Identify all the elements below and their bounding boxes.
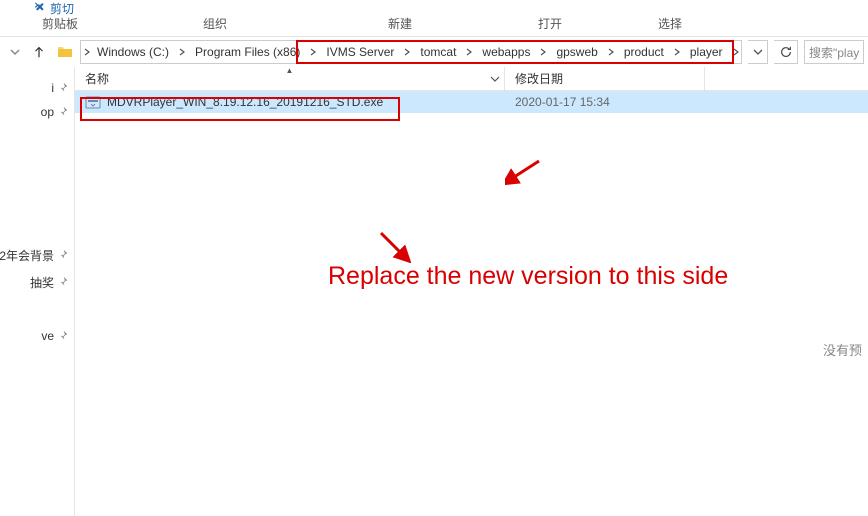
quick-access-label: op	[41, 105, 54, 119]
search-placeholder: 搜索"play	[809, 44, 859, 61]
quick-access-sidebar: i op 112年会背景抽奖 ve	[0, 67, 75, 516]
column-name-label: 名称	[85, 70, 109, 87]
breadcrumb-item[interactable]: product	[618, 41, 670, 63]
quick-access-label: ve	[41, 329, 54, 343]
chevron-down-icon	[10, 47, 20, 57]
installer-icon	[85, 94, 101, 110]
breadcrumb-segment: tomcat	[414, 41, 476, 63]
pin-icon	[58, 106, 68, 119]
file-list-pane: 名称 ▲ 修改日期 MDVRPlayer_WIN_8.19.12.16_2019…	[75, 67, 868, 516]
ribbon-group-open: 打开	[490, 15, 610, 36]
quick-access-item[interactable]: 抽奖	[0, 270, 74, 295]
quick-access-label: i	[51, 81, 54, 95]
nav-up-button[interactable]	[28, 41, 50, 63]
breadcrumb-item[interactable]: Program Files (x86)	[189, 41, 306, 63]
breadcrumb-segment: IVMS Server	[320, 41, 414, 63]
pin-icon	[58, 276, 68, 289]
breadcrumb-segment: Program Files (x86)	[189, 41, 320, 63]
annotation-arrow-1	[505, 157, 545, 185]
annotation-arrow-2	[375, 227, 411, 263]
breadcrumb-chevron[interactable]	[604, 41, 618, 63]
pin-icon	[58, 82, 68, 95]
breadcrumb-segment: product	[618, 41, 684, 63]
quick-access-label: 112年会背景	[0, 247, 54, 264]
arrow-up-icon	[32, 45, 46, 59]
file-rows: MDVRPlayer_WIN_8.19.12.16_20191216_STD.e…	[75, 91, 868, 113]
breadcrumb-root-chevron[interactable]	[83, 41, 91, 63]
quick-access-label: 抽奖	[30, 274, 54, 291]
column-header-date[interactable]: 修改日期	[505, 67, 705, 90]
nav-buttons	[4, 41, 50, 63]
refresh-button[interactable]	[774, 40, 798, 64]
breadcrumb-item[interactable]: IVMS Server	[320, 41, 400, 63]
folder-icon	[56, 43, 74, 61]
column-header-name[interactable]: 名称 ▲	[75, 67, 505, 90]
file-date-cell: 2020-01-17 15:34	[505, 95, 705, 109]
breadcrumb-segment: player	[684, 41, 742, 63]
quick-access-item[interactable]: op	[0, 101, 74, 123]
breadcrumb-item[interactable]: Windows (C:)	[91, 41, 175, 63]
ribbon-group-new: 新建	[310, 15, 490, 36]
breadcrumb-bar[interactable]: Windows (C:) Program Files (x86) IVMS Serv…	[80, 40, 742, 64]
breadcrumb-item[interactable]: player	[684, 41, 729, 63]
chevron-right-icon	[539, 48, 547, 56]
file-row[interactable]: MDVRPlayer_WIN_8.19.12.16_20191216_STD.e…	[75, 91, 868, 113]
chevron-right-icon	[403, 48, 411, 56]
search-input[interactable]: 搜索"play	[804, 40, 864, 64]
pin-icon	[58, 330, 68, 343]
breadcrumb-chevron[interactable]	[400, 41, 414, 63]
chevron-right-icon	[732, 48, 740, 56]
history-dropdown[interactable]	[4, 41, 26, 63]
main-area: i op 112年会背景抽奖 ve 名称 ▲ 修改日期 MDVRPlayer_WIN_…	[0, 67, 868, 516]
file-name-cell: MDVRPlayer_WIN_8.19.12.16_20191216_STD.e…	[75, 94, 505, 110]
file-name: MDVRPlayer_WIN_8.19.12.16_20191216_STD.e…	[107, 95, 383, 109]
ribbon-group-select: 选择	[610, 15, 730, 36]
breadcrumb-item[interactable]: webapps	[476, 41, 536, 63]
quick-access-item[interactable]: ve	[0, 325, 74, 347]
chevron-down-icon	[490, 74, 500, 84]
breadcrumb-chevron[interactable]	[536, 41, 550, 63]
chevron-right-icon	[673, 48, 681, 56]
annotation-text: Replace the new version to this side	[328, 262, 728, 291]
breadcrumb-chevron[interactable]	[175, 41, 189, 63]
column-headers: 名称 ▲ 修改日期	[75, 67, 868, 91]
column-filter-dropdown[interactable]	[488, 72, 502, 86]
quick-access-item[interactable]: i	[0, 77, 74, 99]
breadcrumb-dropdown[interactable]	[748, 40, 768, 64]
ribbon-group-labels: 剪贴板 组织 新建 打开 选择	[0, 15, 868, 37]
breadcrumb-item[interactable]: tomcat	[414, 41, 462, 63]
breadcrumb-segment: Windows (C:)	[91, 41, 189, 63]
ribbon-group-organize: 组织	[120, 15, 310, 36]
scissors-icon	[32, 0, 46, 14]
breadcrumb-chevron[interactable]	[729, 41, 742, 63]
sort-indicator-icon: ▲	[286, 66, 294, 75]
ribbon-top-strip: 剪切	[0, 0, 868, 15]
breadcrumb-chevron[interactable]	[670, 41, 684, 63]
chevron-right-icon	[465, 48, 473, 56]
quick-access-item[interactable]: 112年会背景	[0, 243, 74, 268]
no-preview-label: 没有预	[823, 340, 862, 359]
chevron-down-icon	[753, 47, 763, 57]
ribbon-group-clipboard: 剪贴板	[0, 15, 120, 36]
chevron-right-icon	[309, 48, 317, 56]
breadcrumb-segment: webapps	[476, 41, 550, 63]
column-date-label: 修改日期	[515, 70, 563, 87]
breadcrumb-item[interactable]: gpsweb	[550, 41, 603, 63]
breadcrumb-chevron[interactable]	[462, 41, 476, 63]
breadcrumb-chevron[interactable]	[306, 41, 320, 63]
breadcrumb-segment: gpsweb	[550, 41, 617, 63]
pin-icon	[58, 249, 68, 262]
cut-button[interactable]: 剪切	[32, 0, 74, 15]
chevron-right-icon	[607, 48, 615, 56]
refresh-icon	[779, 45, 793, 59]
chevron-right-icon	[178, 48, 186, 56]
address-bar-row: Windows (C:) Program Files (x86) IVMS Serv…	[0, 37, 868, 67]
